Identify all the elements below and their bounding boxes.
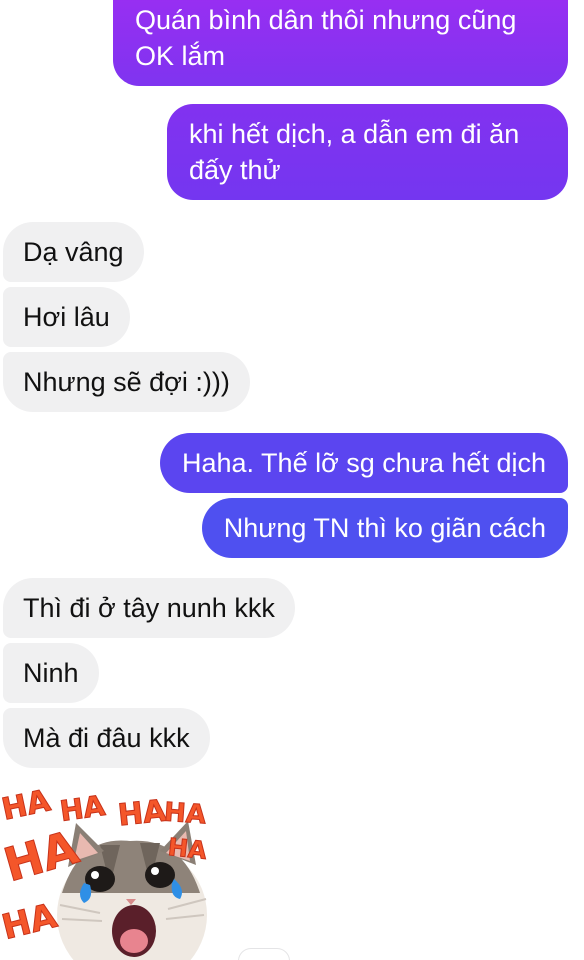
message-text: Nhưng sẽ đợi :))) bbox=[23, 367, 230, 397]
sticker-ha-text: HA bbox=[116, 793, 169, 834]
conversation-view: Quán bình dân thôi nhưng cũng OK lắm khi… bbox=[0, 0, 584, 960]
message-bubble-incoming[interactable]: Nhưng sẽ đợi :))) bbox=[3, 352, 250, 412]
sticker-ha-text: HA bbox=[163, 797, 208, 831]
message-bubble-incoming[interactable]: Hơi lâu bbox=[3, 287, 130, 347]
message-bubble-outgoing[interactable]: Haha. Thế lỡ sg chưa hết dịch bbox=[160, 433, 568, 493]
message-text: Hơi lâu bbox=[23, 302, 110, 332]
laughing-cat-sticker[interactable]: HA HA HA HA HA HA HA bbox=[0, 775, 230, 960]
message-bubble-incoming[interactable]: Dạ vâng bbox=[3, 222, 144, 282]
message-bubble-outgoing[interactable]: khi hết dịch, a dẫn em đi ăn đấy thử bbox=[167, 104, 568, 200]
message-bubble-incoming[interactable]: Mà đi đâu kkk bbox=[3, 708, 210, 768]
message-bubble-outgoing[interactable]: Nhưng TN thì ko giãn cách bbox=[201, 498, 568, 558]
message-bubble-incoming[interactable]: Thì đi ở tây nunh kkk bbox=[3, 578, 295, 638]
message-bubble-outgoing[interactable]: Quán bình dân thôi nhưng cũng OK lắm bbox=[113, 0, 568, 86]
message-text: Thì đi ở tây nunh kkk bbox=[23, 593, 275, 623]
message-text: Haha. Thế lỡ sg chưa hết dịch bbox=[182, 448, 546, 478]
message-text: Dạ vâng bbox=[23, 237, 124, 267]
message-text: khi hết dịch, a dẫn em đi ăn đấy thử bbox=[189, 119, 520, 185]
reaction-badge[interactable] bbox=[238, 948, 290, 960]
message-bubble-incoming[interactable]: Ninh bbox=[3, 643, 99, 703]
message-text: Quán bình dân thôi nhưng cũng OK lắm bbox=[135, 5, 517, 71]
sticker-ha-text: HA bbox=[166, 833, 209, 866]
message-text: Ninh bbox=[23, 658, 79, 688]
message-text: Mà đi đâu kkk bbox=[23, 723, 190, 753]
message-text: Nhưng TN thì ko giãn cách bbox=[223, 513, 546, 543]
